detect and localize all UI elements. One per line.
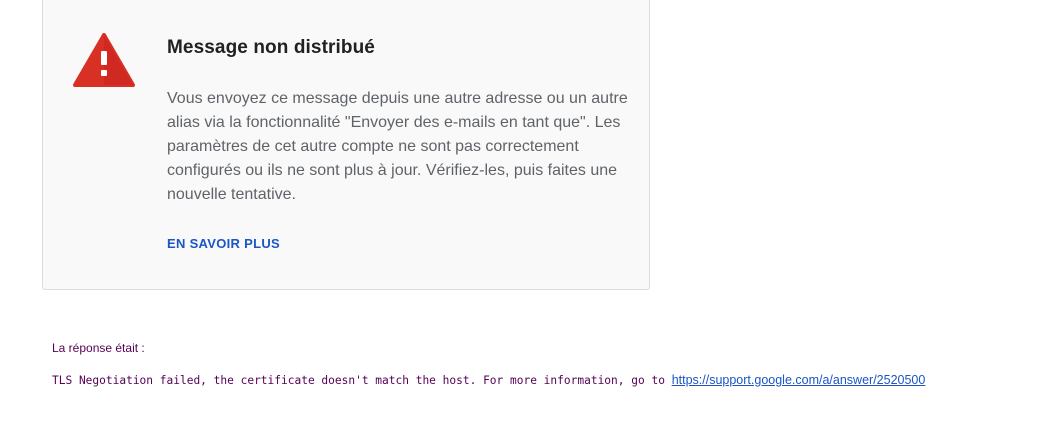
support-link[interactable]: https://support.google.com/a/answer/2520… — [672, 373, 926, 387]
bounce-title: Message non distribué — [167, 37, 375, 58]
warning-triangle-icon — [73, 33, 135, 87]
learn-more-link[interactable]: EN SAVOIR PLUS — [167, 236, 280, 251]
response-message: TLS Negotiation failed, the certificate … — [52, 374, 665, 387]
response-message-line: TLS Negotiation failed, the certificate … — [52, 373, 925, 387]
bounce-notice-card: Message non distribué Vous envoyez ce me… — [42, 0, 650, 290]
response-label: La réponse était : — [52, 341, 145, 355]
bounce-description: Vous envoyez ce message depuis une autre… — [167, 90, 628, 203]
